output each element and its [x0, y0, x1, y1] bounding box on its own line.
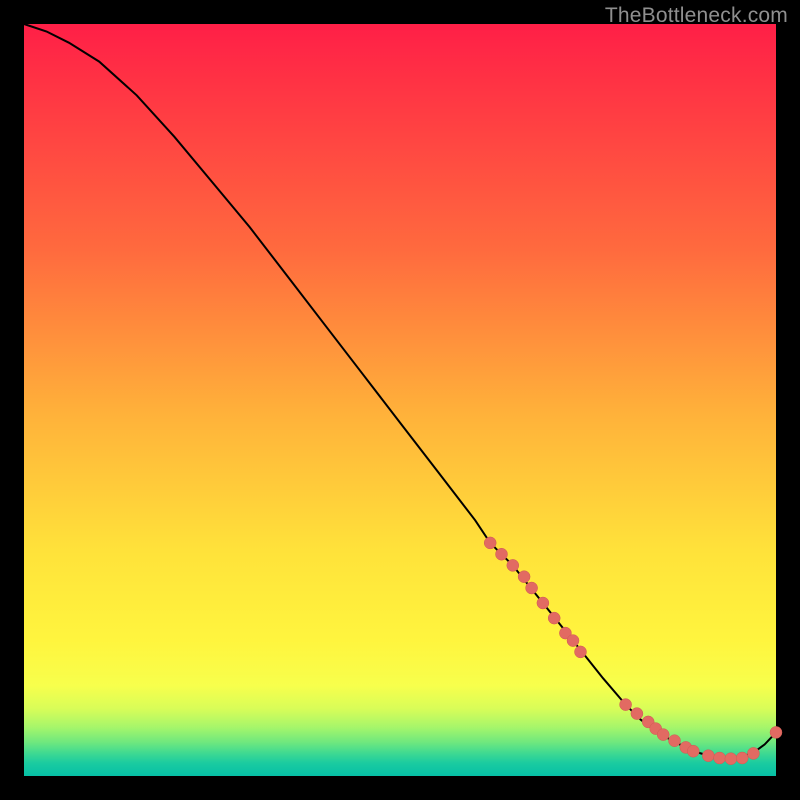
data-marker [702, 750, 714, 762]
data-marker [567, 635, 579, 647]
data-marker [620, 699, 632, 711]
data-marker [747, 747, 759, 759]
watermark-text: TheBottleneck.com [605, 4, 788, 28]
data-marker [575, 646, 587, 658]
data-marker [518, 571, 530, 583]
data-marker [669, 735, 681, 747]
marker-group [484, 537, 782, 765]
data-marker [548, 612, 560, 624]
data-marker [631, 708, 643, 720]
data-marker [507, 559, 519, 571]
data-marker [484, 537, 496, 549]
data-marker [725, 753, 737, 765]
data-marker [770, 726, 782, 738]
bottleneck-curve [24, 24, 776, 759]
data-marker [736, 752, 748, 764]
data-marker [537, 597, 549, 609]
data-marker [687, 745, 699, 757]
data-marker [526, 582, 538, 594]
chart-stage: TheBottleneck.com [0, 0, 800, 800]
data-marker [496, 548, 508, 560]
data-marker [657, 729, 669, 741]
data-marker [714, 752, 726, 764]
chart-overlay [24, 24, 776, 776]
